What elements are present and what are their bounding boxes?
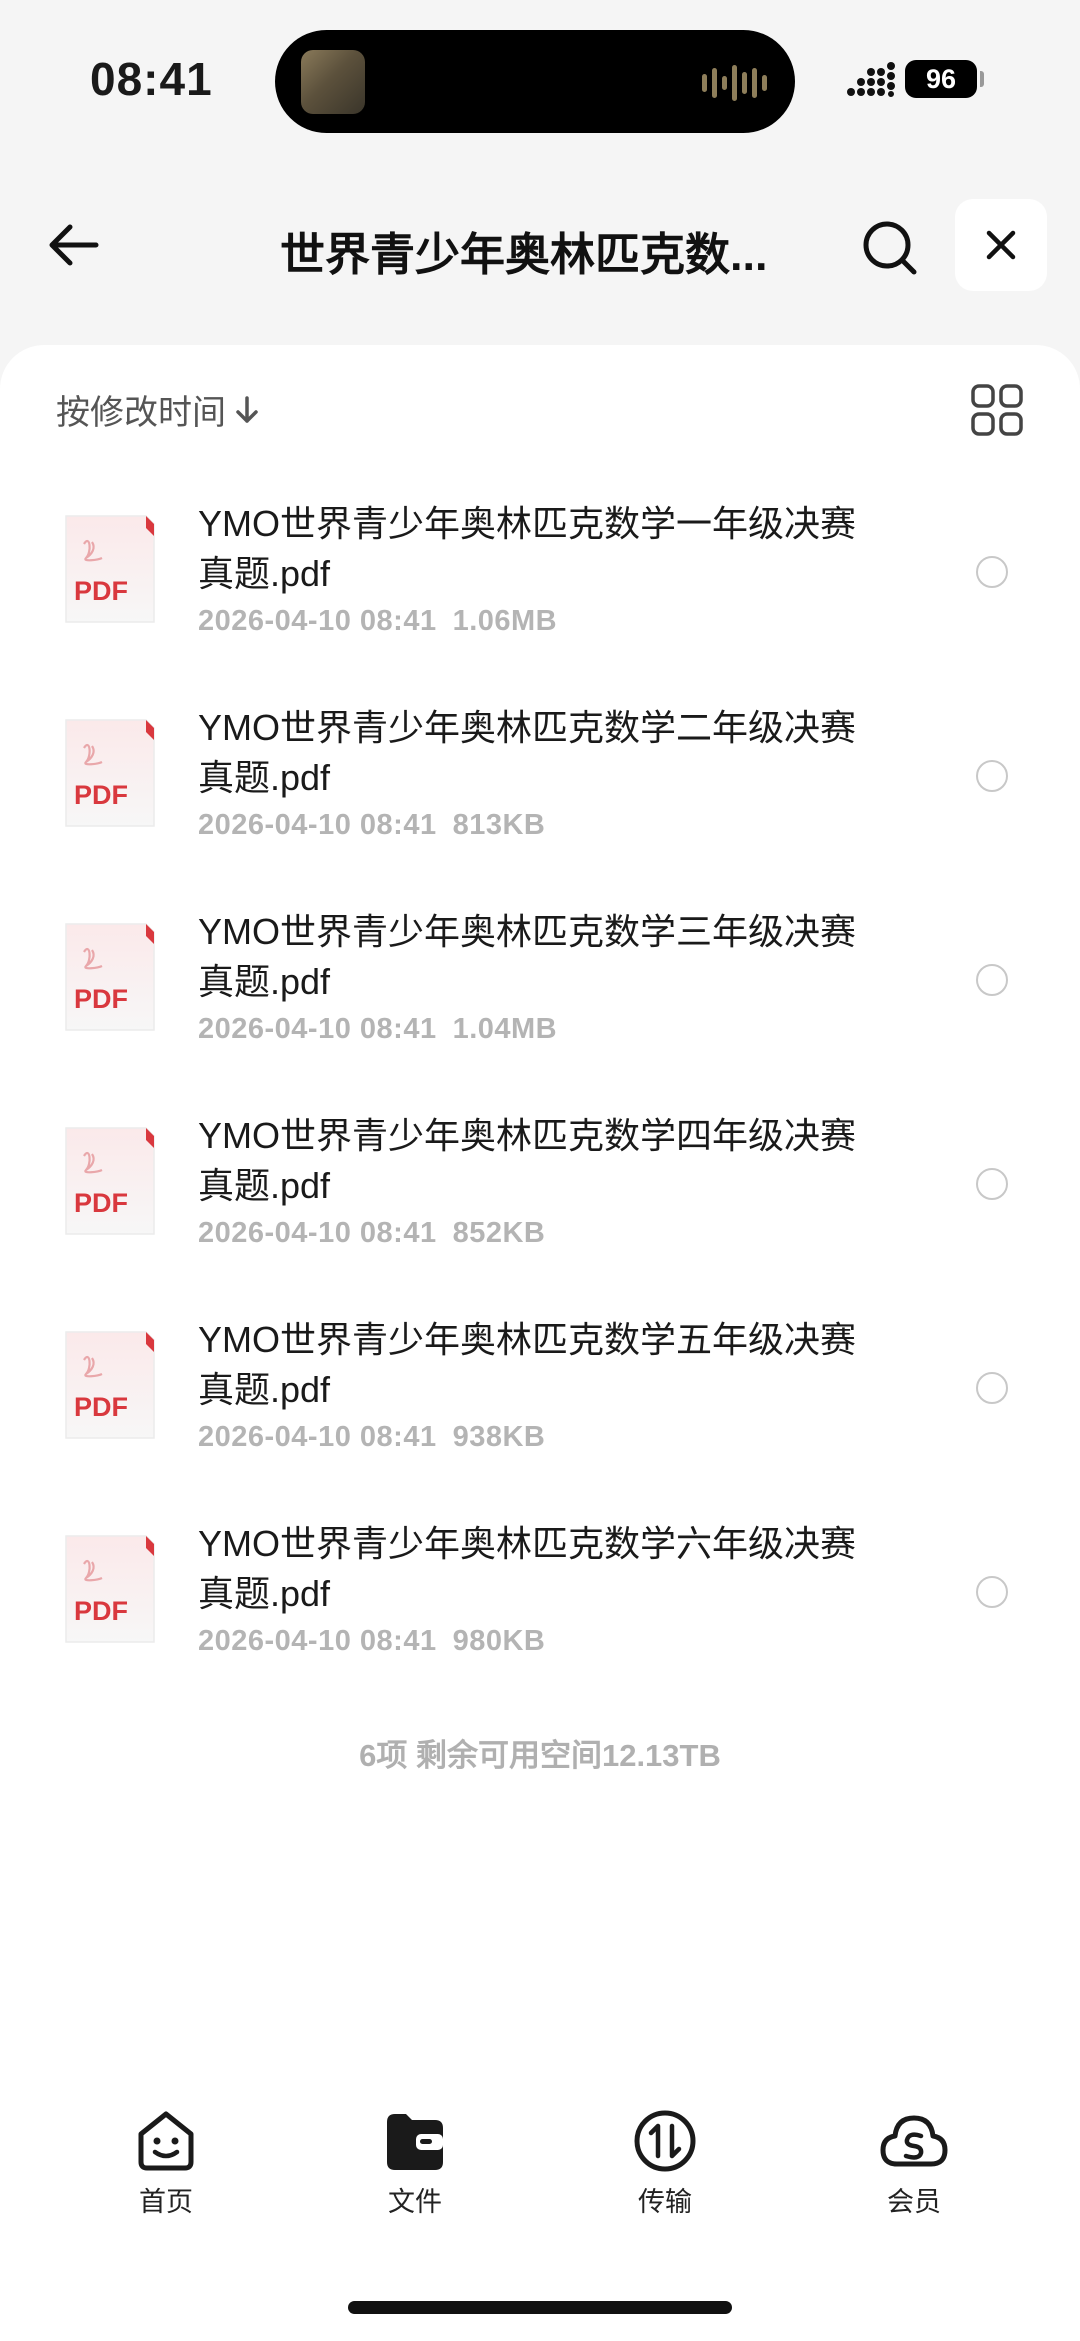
home-indicator[interactable] (348, 2301, 732, 2314)
file-list-item[interactable]: PDF YMO世界青少年奥林匹克数学二年级决赛真题.pdf 2026-04-10… (0, 679, 1080, 883)
file-size: 1.04MB (452, 1013, 558, 1045)
file-list-item[interactable]: PDF YMO世界青少年奥林匹克数学五年级决赛真题.pdf 2026-04-10… (0, 1291, 1080, 1495)
file-meta: 2026-04-10 08:41 1.04MB (198, 1013, 557, 1046)
file-browser-sheet: 按修改时间 PDF YMO世界青少年奥林匹克数学一年级决赛真题.pdf 2026… (0, 345, 1080, 2341)
tab-files-label: 文件 (388, 2187, 442, 2217)
file-name: YMO世界青少年奥林匹克数学五年级决赛真题.pdf (198, 1319, 857, 1410)
file-list-item[interactable]: PDF YMO世界青少年奥林匹克数学一年级决赛真题.pdf 2026-04-10… (0, 475, 1080, 679)
file-name: YMO世界青少年奥林匹克数学三年级决赛真题.pdf (198, 911, 857, 1002)
pdf-file-icon: PDF (65, 719, 155, 827)
tab-member-label: 会员 (887, 2187, 941, 2217)
search-icon (863, 221, 917, 275)
pdf-label: PDF (74, 1392, 128, 1422)
file-list: PDF YMO世界青少年奥林匹克数学一年级决赛真题.pdf 2026-04-10… (0, 475, 1080, 1699)
pdf-file-icon: PDF (65, 1127, 155, 1235)
navigation-header: 世界青少年奥林匹克数... (0, 190, 1080, 300)
select-radio[interactable] (976, 1168, 1008, 1200)
select-radio[interactable] (976, 760, 1008, 792)
file-meta: 2026-04-10 08:41 852KB (198, 1217, 545, 1250)
tab-home[interactable]: 首页 (96, 2100, 236, 2240)
home-face-icon (138, 2111, 194, 2171)
grid-view-icon[interactable] (970, 383, 1024, 437)
dynamic-island[interactable] (275, 30, 795, 133)
tab-transfer-label: 传输 (638, 2187, 692, 2217)
close-button[interactable] (955, 199, 1047, 291)
status-bar: 08:41 96 (0, 0, 1080, 150)
tab-transfer[interactable]: 传输 (595, 2100, 735, 2240)
pdf-label: PDF (74, 1188, 128, 1218)
file-name: YMO世界青少年奥林匹克数学一年级决赛真题.pdf (198, 503, 857, 594)
arrow-down-icon (236, 395, 258, 423)
file-date: 2026-04-10 08:41 (198, 1217, 437, 1249)
storage-summary: 6项 剩余可用空间12.13TB (359, 1738, 721, 1773)
file-meta: 2026-04-10 08:41 980KB (198, 1625, 545, 1658)
pdf-file-icon: PDF (65, 515, 155, 623)
file-size: 813KB (452, 809, 546, 841)
file-meta: 2026-04-10 08:41 813KB (198, 809, 545, 842)
sort-label: 按修改时间 (56, 394, 226, 432)
file-name: YMO世界青少年奥林匹克数学四年级决赛真题.pdf (198, 1115, 857, 1206)
tab-files[interactable]: 文件 (345, 2100, 485, 2240)
battery-tip (980, 71, 984, 87)
now-playing-thumbnail (301, 50, 365, 114)
status-time: 08:41 (90, 53, 213, 105)
pdf-label: PDF (74, 1596, 128, 1626)
file-size: 1.06MB (452, 605, 558, 637)
transfer-icon (634, 2110, 696, 2172)
file-name: YMO世界青少年奥林匹克数学六年级决赛真题.pdf (198, 1523, 857, 1614)
back-button[interactable] (38, 212, 108, 278)
file-list-item[interactable]: PDF YMO世界青少年奥林匹克数学六年级决赛真题.pdf 2026-04-10… (0, 1495, 1080, 1699)
pdf-label: PDF (74, 984, 128, 1014)
cloud-member-icon (880, 2115, 948, 2167)
file-size: 938KB (452, 1421, 546, 1453)
page-title: 世界青少年奥林匹克数... (280, 229, 768, 280)
file-meta: 2026-04-10 08:41 938KB (198, 1421, 545, 1454)
file-meta: 2026-04-10 08:41 1.06MB (198, 605, 557, 638)
audio-wave-icon (702, 64, 767, 102)
battery-icon: 96 (905, 60, 977, 98)
arrow-left-icon (49, 224, 99, 266)
sort-selector[interactable]: 按修改时间 (56, 385, 260, 434)
pdf-file-icon: PDF (65, 923, 155, 1031)
tab-member[interactable]: 会员 (844, 2100, 984, 2240)
file-list-item[interactable]: PDF YMO世界青少年奥林匹克数学三年级决赛真题.pdf 2026-04-10… (0, 883, 1080, 1087)
search-button[interactable] (857, 215, 923, 281)
file-date: 2026-04-10 08:41 (198, 1625, 437, 1657)
file-date: 2026-04-10 08:41 (198, 1013, 437, 1045)
pdf-label: PDF (74, 576, 128, 606)
select-radio[interactable] (976, 1372, 1008, 1404)
close-icon (986, 230, 1016, 260)
select-radio[interactable] (976, 1576, 1008, 1608)
select-radio[interactable] (976, 964, 1008, 996)
file-name: YMO世界青少年奥林匹克数学二年级决赛真题.pdf (198, 707, 857, 798)
tab-home-label: 首页 (139, 2187, 193, 2217)
file-date: 2026-04-10 08:41 (198, 1421, 437, 1453)
pdf-label: PDF (74, 780, 128, 810)
file-date: 2026-04-10 08:41 (198, 605, 437, 637)
file-size: 852KB (452, 1217, 546, 1249)
folder-icon (387, 2114, 443, 2170)
file-size: 980KB (452, 1625, 546, 1657)
pdf-file-icon: PDF (65, 1331, 155, 1439)
select-radio[interactable] (976, 556, 1008, 588)
pdf-file-icon: PDF (65, 1535, 155, 1643)
file-date: 2026-04-10 08:41 (198, 809, 437, 841)
bottom-tab-bar: 首页 文件 传输 会员 (0, 2100, 1080, 2240)
cellular-signal-icon (847, 62, 895, 97)
file-list-item[interactable]: PDF YMO世界青少年奥林匹克数学四年级决赛真题.pdf 2026-04-10… (0, 1087, 1080, 1291)
